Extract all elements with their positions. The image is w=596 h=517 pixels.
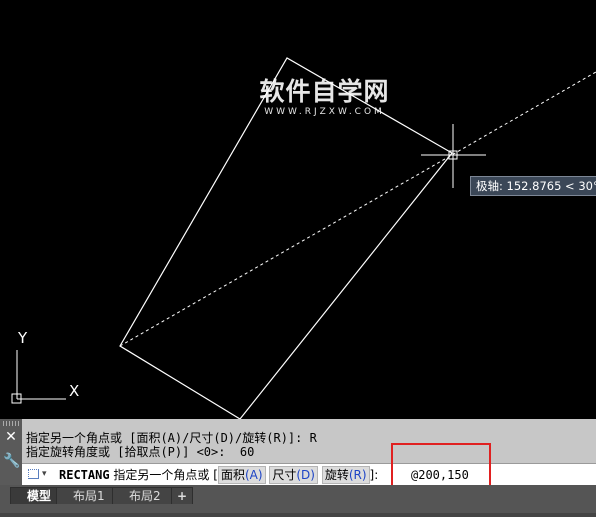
watermark-logo: 软件自学网 WWW.RJZXW.COM (252, 77, 397, 118)
command-icon[interactable] (28, 469, 39, 479)
command-panel-handle[interactable]: ✕ 🔧 (0, 419, 22, 485)
command-history-line: 指定旋转角度或 [拾取点(P)] <0>: 60 (26, 445, 255, 459)
option-dimensions[interactable]: 尺寸(D) (269, 466, 318, 484)
command-name: RECTANG (59, 468, 110, 482)
command-history-line: 指定另一个角点或 [面积(A)/尺寸(D)/旋转(R)]: R (26, 431, 317, 445)
option-rotation-label[interactable]: 旋转 (325, 468, 349, 482)
command-panel: ✕ 🔧 指定另一个角点或 [面积(A)/尺寸(D)/旋转(R)]: R 指定旋转… (0, 419, 596, 486)
ucs-x-label: X (69, 382, 80, 400)
tab-layout2[interactable]: 布局2 (112, 487, 172, 504)
option-dimensions-label[interactable]: 尺寸 (272, 468, 296, 482)
wrench-icon[interactable]: 🔧 (3, 453, 20, 469)
prompt-text: 指定另一个角点或 (113, 468, 210, 482)
close-icon[interactable]: ✕ (3, 429, 19, 445)
watermark-main-text: 软件自学网 (259, 77, 390, 106)
ucs-y-label: Y (18, 329, 28, 347)
grip-icon[interactable] (3, 421, 19, 426)
command-prompt: RECTANG 指定另一个角点或 [面积(A) 尺寸(D) 旋转(R)]: (59, 464, 378, 486)
watermark-sub-text: WWW.RJZXW.COM (264, 107, 385, 117)
tabbar-bottom-strip (0, 513, 596, 517)
add-layout-button[interactable]: + (171, 487, 194, 504)
ucs-icon (11, 350, 66, 404)
option-dimensions-key[interactable]: (D) (296, 468, 315, 482)
option-rotation-key[interactable]: (R) (349, 468, 367, 482)
option-area-key[interactable]: (A) (245, 468, 263, 482)
polar-tracking-tooltip: 极轴: 152.8765 < 30° (470, 176, 596, 196)
option-rotation[interactable]: 旋转(R) (321, 466, 370, 484)
close-bracket: ]: (369, 468, 379, 482)
command-input-row[interactable]: ▾ RECTANG 指定另一个角点或 [面积(A) 尺寸(D) 旋转(R)]: … (22, 463, 596, 486)
tab-layout1[interactable]: 布局1 (56, 487, 116, 504)
tab-model[interactable]: 模型 (10, 487, 63, 504)
drawing-svg[interactable] (0, 0, 596, 419)
option-area[interactable]: 面积(A) (217, 466, 266, 484)
chevron-down-icon[interactable]: ▾ (42, 465, 47, 483)
option-area-label[interactable]: 面积 (221, 468, 245, 482)
layout-tab-bar: 模型 布局1 布局2 + (0, 485, 596, 517)
drawing-canvas[interactable]: 软件自学网 WWW.RJZXW.COM 极轴: 152.8765 < 30° Y… (0, 0, 596, 419)
